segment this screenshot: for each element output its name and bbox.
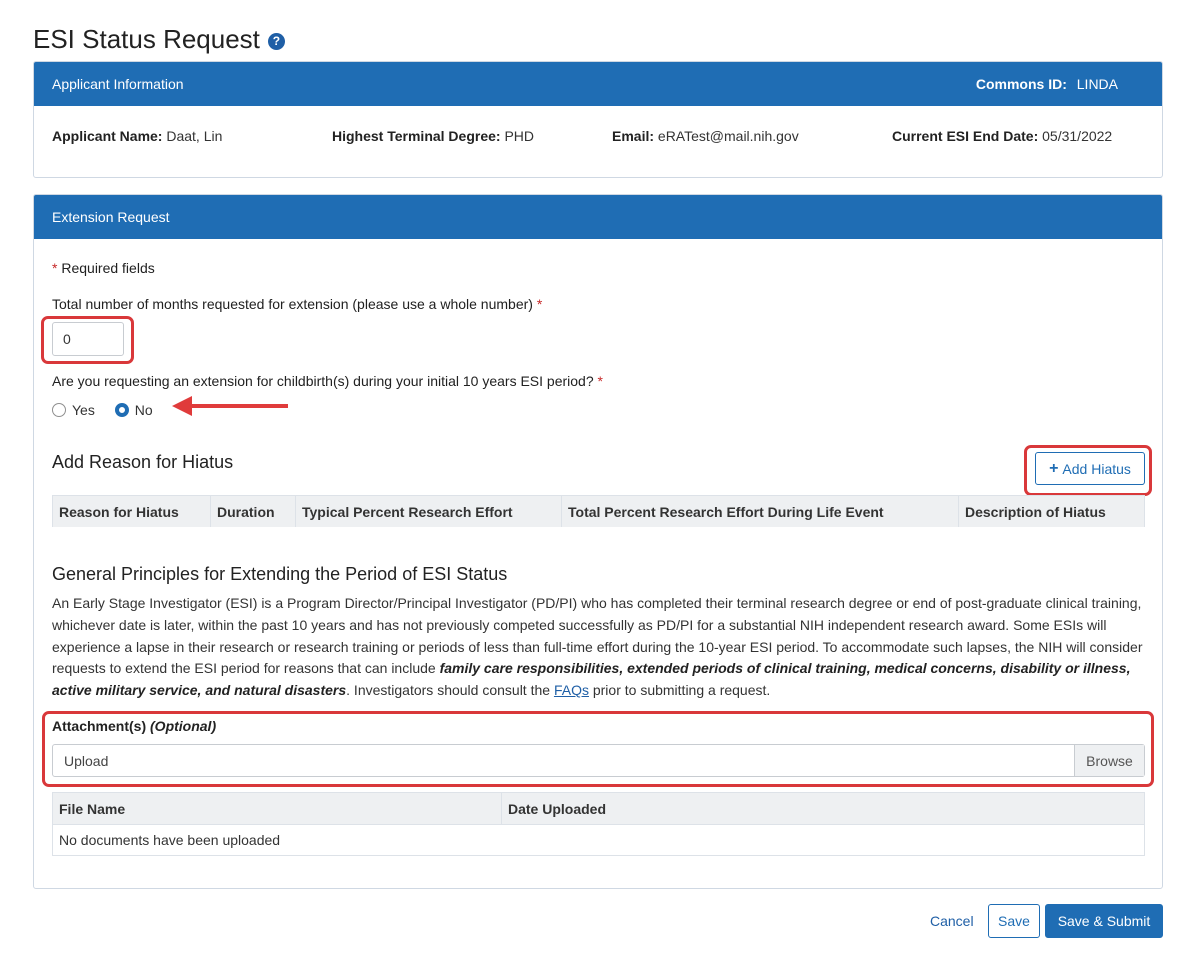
col-duration: Duration — [211, 496, 296, 527]
extension-request-panel: Extension Request * Required fields Tota… — [33, 194, 1163, 889]
commons-id-value: LINDA — [1076, 76, 1118, 92]
cancel-link[interactable]: Cancel — [930, 913, 974, 929]
extension-panel-header: Extension Request — [34, 195, 1162, 239]
col-date-uploaded: Date Uploaded — [508, 800, 607, 817]
months-input[interactable] — [52, 322, 124, 356]
radio-yes-label[interactable]: Yes — [72, 402, 95, 418]
commons-id-label: Commons ID: — [975, 76, 1067, 92]
childbirth-question: Are you requesting an extension for chil… — [52, 373, 603, 389]
current-esi-end-date-value: 05/31/2022 — [1042, 128, 1113, 144]
hiatus-section-title: Add Reason for Hiatus — [52, 452, 234, 472]
extension-panel-title: Extension Request — [52, 209, 170, 225]
applicant-panel-header: Applicant Information Commons ID: LINDA — [34, 62, 1162, 106]
highest-degree: Highest Terminal Degree: PHD — [332, 128, 534, 144]
applicant-panel-title: Applicant Information — [52, 76, 184, 92]
add-hiatus-button[interactable]: + Add Hiatus — [1035, 452, 1145, 485]
attachments-table-header: File Name Date Uploaded — [53, 793, 1144, 824]
callout-arrow-icon — [172, 396, 288, 416]
applicant-name-value: Daat, Lin — [166, 128, 223, 144]
attachments-label: Attachment(s) (Optional) — [52, 718, 217, 734]
save-button[interactable]: Save — [988, 904, 1040, 938]
applicant-info-row: Applicant Name: Daat, Lin Highest Termin… — [34, 106, 1162, 178]
applicant-name-label: Applicant Name: — [52, 128, 163, 144]
commons-id: Commons ID: LINDA — [976, 76, 1118, 92]
radio-yes[interactable] — [52, 403, 66, 418]
plus-icon: + — [1049, 459, 1059, 477]
required-fields-note: * Required fields — [52, 260, 155, 276]
hiatus-table: Reason for Hiatus Duration Typical Perce… — [52, 495, 1145, 527]
hiatus-table-header: Reason for Hiatus Duration Typical Perce… — [53, 496, 1144, 527]
col-file-name: File Name — [53, 793, 502, 824]
email-label: Email: — [612, 128, 655, 144]
faqs-link[interactable]: FAQs — [554, 682, 589, 698]
upload-input[interactable]: Upload — [53, 745, 1074, 776]
save-submit-button[interactable]: Save & Submit — [1045, 904, 1163, 938]
upload-field[interactable]: Upload Browse — [52, 744, 1145, 777]
highest-degree-label: Highest Terminal Degree: — [332, 128, 501, 144]
radio-no[interactable] — [114, 403, 129, 418]
col-reason: Reason for Hiatus — [53, 496, 211, 527]
principles-text: An Early Stage Investigator (ESI) is a P… — [52, 595, 1143, 699]
principles-title: General Principles for Extending the Per… — [52, 564, 508, 584]
question-circle-icon[interactable]: ? — [267, 33, 285, 50]
col-typical-effort: Typical Percent Research Effort — [296, 496, 562, 527]
email-value: eRATest@mail.nih.gov — [657, 128, 799, 144]
col-total-effort: Total Percent Research Effort During Lif… — [562, 496, 959, 527]
months-label: Total number of months requested for ext… — [52, 296, 543, 312]
current-esi-end-date-label: Current ESI End Date: — [892, 128, 1039, 144]
page-title-text: ESI Status Request — [33, 24, 260, 54]
attachments-table: File Name Date Uploaded No documents hav… — [52, 792, 1145, 856]
attachments-empty-message: No documents have been uploaded — [53, 824, 1144, 855]
applicant-information-panel: Applicant Information Commons ID: LINDA … — [33, 61, 1163, 178]
radio-no-label[interactable]: No — [135, 402, 153, 418]
current-esi-end-date: Current ESI End Date: 05/31/2022 — [892, 128, 1112, 144]
browse-button[interactable]: Browse — [1074, 745, 1144, 776]
highest-degree-value: PHD — [504, 128, 535, 144]
col-description: Description of Hiatus — [965, 503, 1106, 520]
email: Email: eRATest@mail.nih.gov — [612, 128, 799, 144]
page-title: ESI Status Request ? — [33, 24, 285, 55]
applicant-name: Applicant Name: Daat, Lin — [52, 128, 222, 144]
childbirth-radio-group: Yes No — [52, 401, 169, 418]
